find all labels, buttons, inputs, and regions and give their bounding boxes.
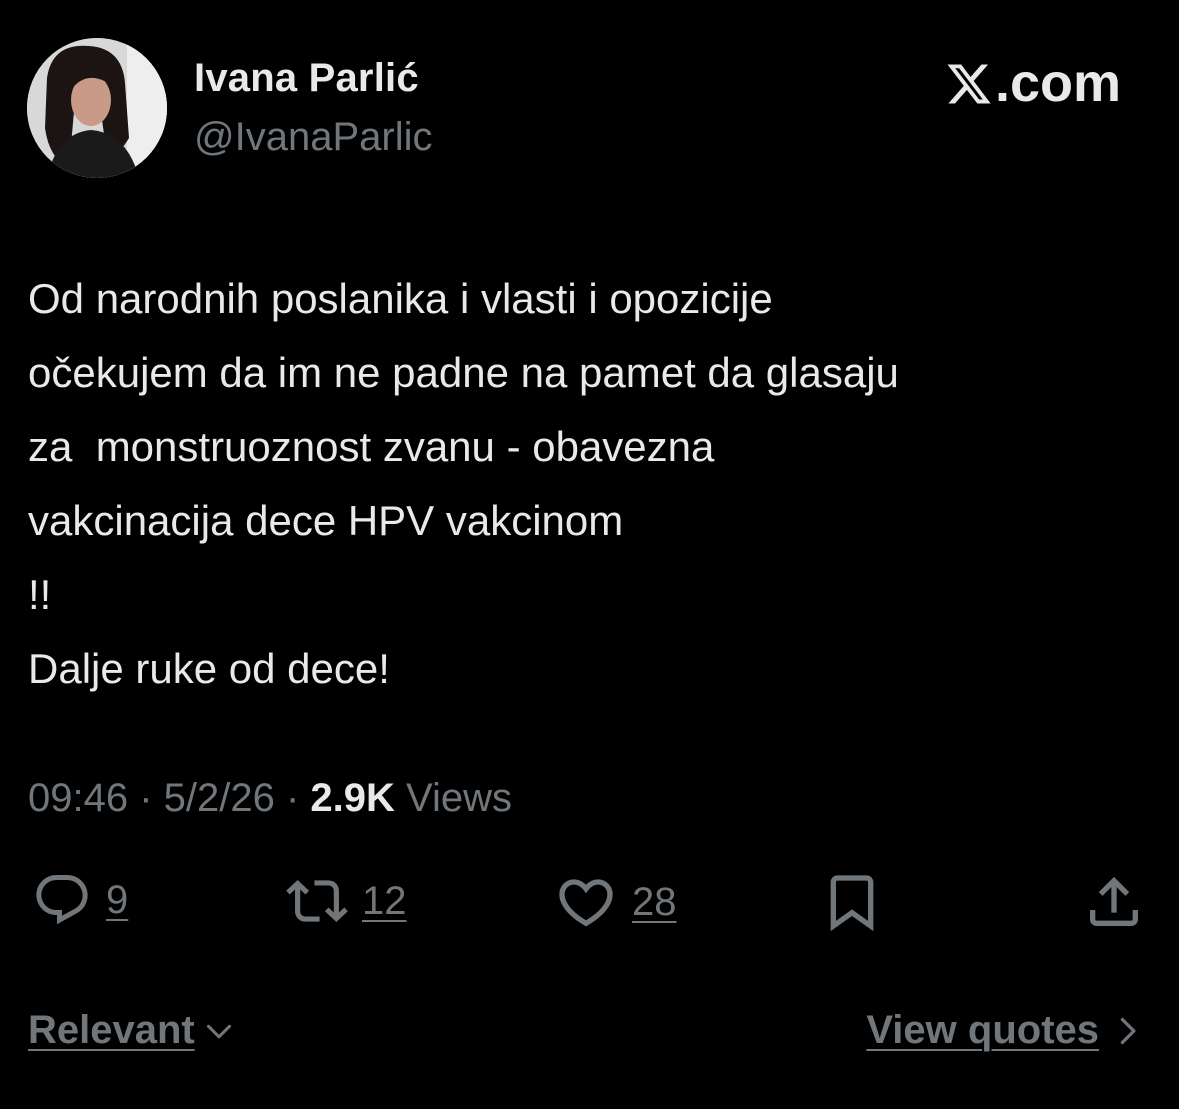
- action-bar: 9 12 28: [0, 870, 1179, 940]
- tweet-line: Dalje ruke od dece!: [28, 645, 390, 692]
- avatar[interactable]: [27, 38, 167, 178]
- like-count: 28: [632, 879, 677, 924]
- share-icon: [1090, 876, 1138, 926]
- reply-count: 9: [106, 877, 129, 922]
- author-handle[interactable]: @IvanaParlic: [194, 115, 432, 160]
- sort-replies-dropdown[interactable]: Relevant: [28, 1008, 233, 1053]
- author-name[interactable]: Ivana Parlić: [194, 56, 419, 101]
- view-quotes-label: View quotes: [866, 1008, 1099, 1052]
- repost-button[interactable]: 12: [286, 870, 407, 932]
- sort-label: Relevant: [28, 1008, 195, 1052]
- tweet-line: Od narodnih poslanika i vlasti i opozici…: [28, 275, 773, 322]
- x-logo-icon: [945, 59, 993, 107]
- tweet-time[interactable]: 09:46: [28, 776, 128, 820]
- heart-icon: [559, 879, 613, 927]
- brand-watermark: .com: [945, 52, 1121, 114]
- chevron-down-icon: [206, 1024, 231, 1038]
- tweet-date[interactable]: 5/2/26: [164, 776, 275, 820]
- tweet-line: za monstruoznost zvanu - obavezna: [28, 423, 715, 470]
- repost-icon: [286, 880, 348, 922]
- repost-count: 12: [362, 878, 407, 923]
- bookmark-button[interactable]: [820, 870, 884, 934]
- view-quotes-link[interactable]: View quotes: [866, 1008, 1139, 1053]
- chevron-right-icon: [1120, 1017, 1136, 1044]
- tweet-line: vakcinacija dece HPV vakcinom: [28, 497, 624, 544]
- avatar-photo: [27, 38, 167, 178]
- views-label: Views: [394, 776, 513, 820]
- tweet-text: Od narodnih poslanika i vlasti i opozici…: [28, 262, 1158, 706]
- reply-icon: [36, 875, 88, 925]
- brand-label: .com: [994, 53, 1121, 113]
- tweet-line: očekujem da im ne padne na pamet da glas…: [28, 349, 899, 396]
- tweet-line: !!: [28, 571, 52, 618]
- tweet-meta: 09:46 · 5/2/26 · 2.9K Views: [28, 776, 512, 821]
- meta-separator: ·: [128, 776, 164, 820]
- bookmark-icon: [830, 875, 874, 932]
- reply-button[interactable]: 9: [32, 870, 128, 930]
- share-button[interactable]: [1082, 870, 1146, 934]
- like-button[interactable]: 28: [554, 870, 677, 934]
- views-count: 2.9K: [310, 776, 395, 820]
- meta-separator: ·: [274, 776, 311, 820]
